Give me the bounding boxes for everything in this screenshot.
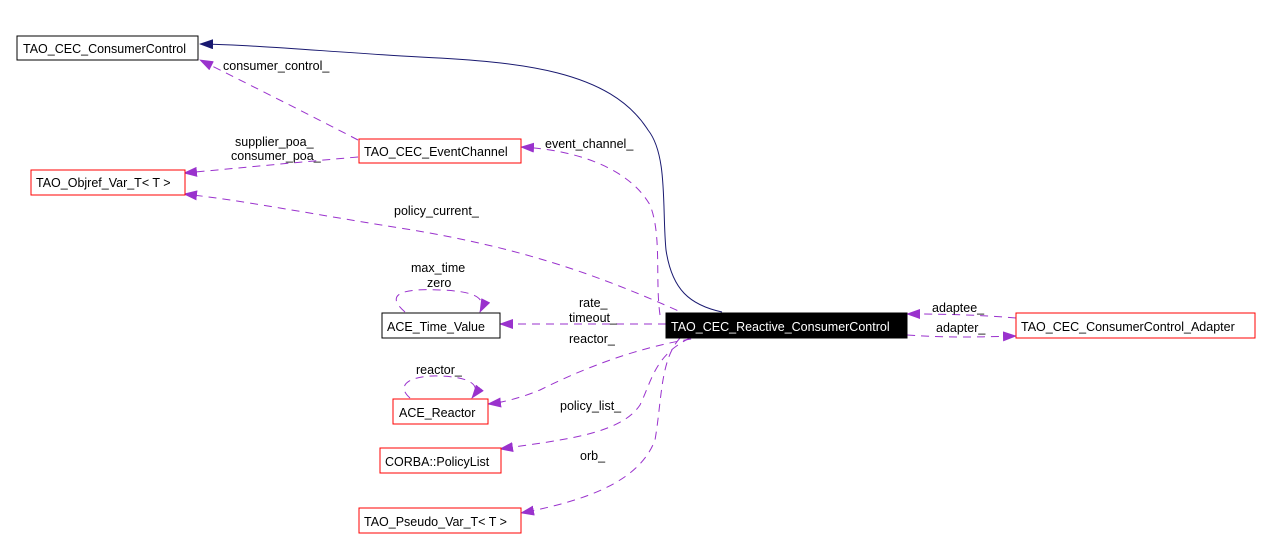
edge-adapter [906, 331, 1017, 342]
node-policy-list[interactable]: CORBA::PolicyList [379, 447, 502, 474]
node-time-value[interactable]: ACE_Time_Value [381, 312, 501, 339]
node-label: TAO_CEC_Reactive_ConsumerControl [671, 320, 890, 334]
edge-orb [520, 337, 681, 516]
node-label: TAO_CEC_EventChannel [364, 145, 508, 159]
node-reactive-consumer-control[interactable]: TAO_CEC_Reactive_ConsumerControl [665, 312, 908, 339]
node-consumer-control-adapter[interactable]: TAO_CEC_ConsumerControl_Adapter [1015, 312, 1256, 339]
label-supplier-poa: supplier_poa_ [235, 135, 315, 149]
edge-time-value-self [395, 289, 491, 313]
label-policy-current: policy_current_ [394, 204, 480, 218]
node-reactor[interactable]: ACE_Reactor [392, 398, 489, 425]
label-reactor: reactor_ [569, 332, 616, 346]
edge-event-channel [520, 142, 661, 316]
label-timeout: timeout_ [569, 311, 618, 325]
node-label: TAO_CEC_ConsumerControl_Adapter [1021, 320, 1235, 334]
label-orb: orb_ [580, 449, 606, 463]
label-adapter: adapter_ [936, 321, 986, 335]
label-consumer-control: consumer_control_ [223, 59, 330, 73]
label-consumer-poa: consumer_poa_ [231, 149, 322, 163]
edge-labels: consumer_control_ supplier_poa_ consumer… [223, 59, 986, 463]
edges [183, 39, 1017, 516]
node-label: TAO_CEC_ConsumerControl [23, 42, 186, 56]
label-adaptee: adaptee_ [932, 301, 985, 315]
node-objref-var[interactable]: TAO_Objref_Var_T< T > [30, 169, 186, 196]
node-pseudo-var[interactable]: TAO_Pseudo_Var_T< T > [358, 507, 522, 534]
label-zero: zero [427, 276, 451, 290]
node-label: TAO_Pseudo_Var_T< T > [364, 515, 507, 529]
label-policy-list: policy_list_ [560, 399, 622, 413]
node-label: ACE_Time_Value [387, 320, 485, 334]
label-max-time: max_time [411, 261, 465, 275]
label-reactor-self: reactor_ [416, 363, 463, 377]
node-consumer-control[interactable]: TAO_CEC_ConsumerControl [16, 35, 199, 61]
collaboration-diagram: consumer_control_ supplier_poa_ consumer… [16, 35, 1256, 534]
edge-reactor [487, 336, 706, 408]
edge-reactor-self [403, 375, 484, 399]
node-label: TAO_Objref_Var_T< T > [36, 176, 171, 190]
node-label: CORBA::PolicyList [385, 455, 490, 469]
node-event-channel[interactable]: TAO_CEC_EventChannel [358, 138, 522, 164]
label-rate: rate_ [579, 296, 609, 310]
node-label: ACE_Reactor [399, 406, 475, 420]
label-event-channel: event_channel_ [545, 137, 634, 151]
